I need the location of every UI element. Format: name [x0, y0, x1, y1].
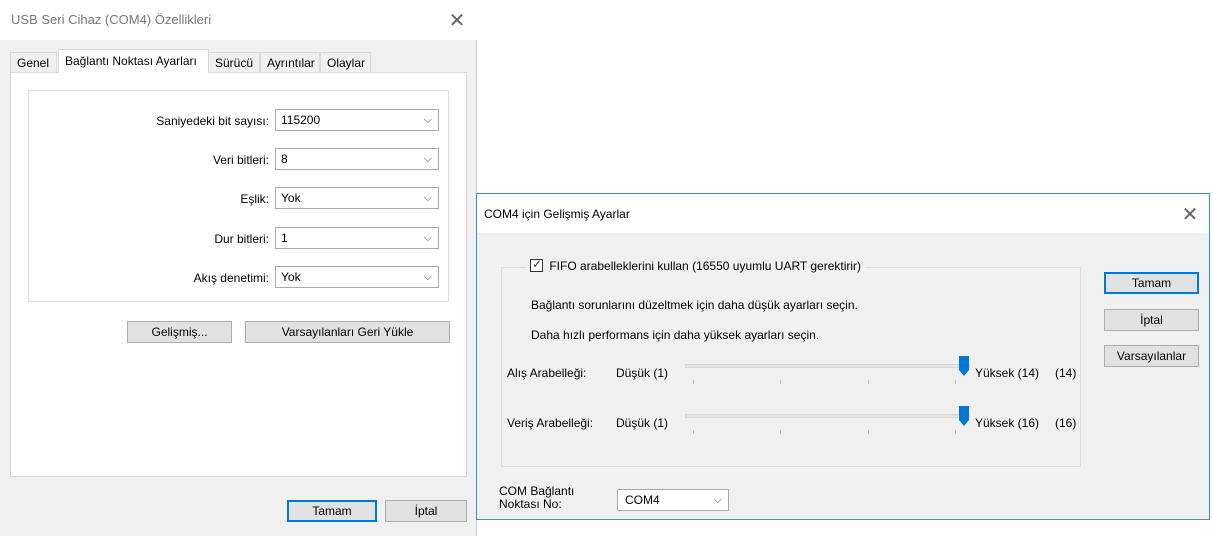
bits-per-second-label: Saniyedeki bit sayısı:	[156, 114, 269, 128]
slider-tick	[955, 430, 956, 434]
tab-events[interactable]: Olaylar	[320, 52, 371, 72]
cancel-button[interactable]: İptal	[385, 500, 467, 522]
tab-details[interactable]: Ayrıntılar	[260, 52, 320, 72]
title-bar[interactable]: COM4 için Gelişmiş Ayarlar ✕	[477, 194, 1209, 233]
fifo-checkbox-label: FIFO arabelleklerini kullan (16550 uyuml…	[549, 259, 862, 273]
transmit-buffer-high-label: Yüksek (16)	[975, 416, 1040, 430]
stop-bits-select[interactable]: 1 ⌵	[275, 227, 439, 249]
slider-tick	[693, 380, 694, 384]
close-icon[interactable]: ✕	[1180, 204, 1200, 224]
data-bits-select[interactable]: 8 ⌵	[275, 148, 439, 170]
stop-bits-label: Dur bitleri:	[214, 232, 269, 246]
slider-tick	[868, 430, 869, 434]
parity-value: Yok	[281, 191, 301, 205]
slider-track	[685, 364, 970, 368]
ok-button[interactable]: Tamam	[287, 500, 377, 522]
chevron-down-icon: ⌵	[423, 270, 432, 283]
receive-buffer-current-value: (14)	[1055, 366, 1077, 380]
port-settings-panel: Saniyedeki bit sayısı: 115200 ⌵ Veri bit…	[10, 72, 467, 477]
fifo-checkbox-row[interactable]: ✓ FIFO arabelleklerini kullan (16550 uyu…	[526, 257, 866, 275]
cancel-button[interactable]: İptal	[1104, 309, 1199, 331]
chevron-down-icon: ⌵	[713, 493, 722, 506]
properties-dialog: USB Seri Cihaz (COM4) Özellikleri ✕ Gene…	[0, 0, 477, 536]
ok-button[interactable]: Tamam	[1104, 272, 1199, 294]
com-port-label: COM Bağlantı Noktası No:	[499, 485, 574, 511]
slider-tick	[780, 430, 781, 434]
checkmark-icon: ✓	[532, 257, 543, 272]
advanced-settings-dialog: COM4 için Gelişmiş Ayarlar ✕ ✓ FIFO arab…	[476, 193, 1210, 520]
chevron-down-icon: ⌵	[423, 152, 432, 165]
receive-buffer-label: Alış Arabelleği:	[507, 366, 587, 380]
transmit-buffer-slider[interactable]	[685, 405, 970, 438]
defaults-button[interactable]: Varsayılanlar	[1104, 345, 1199, 367]
chevron-down-icon: ⌵	[423, 191, 432, 204]
com-port-select[interactable]: COM4 ⌵	[617, 489, 729, 511]
slider-tick	[868, 380, 869, 384]
data-bits-value: 8	[281, 152, 288, 166]
hint-higher-text: Daha hızlı performans için daha yüksek a…	[531, 328, 820, 342]
bits-per-second-select[interactable]: 115200 ⌵	[275, 109, 439, 131]
transmit-buffer-label: Veriş Arabelleği:	[507, 416, 594, 430]
tab-general[interactable]: Genel	[10, 52, 57, 72]
chevron-down-icon: ⌵	[423, 231, 432, 244]
slider-track	[685, 414, 970, 418]
slider-tick	[955, 380, 956, 384]
slider-tick	[780, 380, 781, 384]
bits-per-second-value: 115200	[281, 113, 321, 127]
flow-control-select[interactable]: Yok ⌵	[275, 266, 439, 288]
dialog-title: USB Seri Cihaz (COM4) Özellikleri	[11, 12, 212, 27]
tab-port-settings[interactable]: Bağlantı Noktası Ayarları	[58, 49, 209, 73]
parity-label: Eşlik:	[240, 192, 269, 206]
receive-buffer-high-label: Yüksek (14)	[975, 366, 1040, 380]
fifo-group: ✓ FIFO arabelleklerini kullan (16550 uyu…	[501, 257, 1081, 467]
receive-buffer-low-label: Düşük (1)	[616, 366, 669, 380]
slider-thumb-icon[interactable]	[958, 405, 970, 427]
transmit-buffer-current-value: (16)	[1055, 416, 1077, 430]
title-bar[interactable]: USB Seri Cihaz (COM4) Özellikleri ✕	[0, 0, 477, 40]
com-port-value: COM4	[625, 493, 660, 507]
tab-driver[interactable]: Sürücü	[208, 52, 260, 72]
stop-bits-value: 1	[281, 231, 288, 245]
chevron-down-icon: ⌵	[423, 113, 432, 126]
fifo-checkbox[interactable]: ✓	[530, 257, 543, 273]
close-icon[interactable]: ✕	[447, 10, 467, 30]
parity-select[interactable]: Yok ⌵	[275, 187, 439, 209]
slider-thumb-icon[interactable]	[958, 355, 970, 377]
advanced-button[interactable]: Gelişmiş...	[127, 321, 232, 343]
flow-control-value: Yok	[281, 270, 301, 284]
data-bits-label: Veri bitleri:	[212, 153, 269, 167]
hint-lower-text: Bağlantı sorunlarını düzeltmek için daha…	[531, 298, 858, 312]
com-port-label-line2: Noktası No:	[499, 497, 562, 511]
receive-buffer-slider[interactable]	[685, 355, 970, 388]
slider-tick	[693, 430, 694, 434]
restore-defaults-button[interactable]: Varsayılanları Geri Yükle	[245, 321, 450, 343]
port-settings-group: Saniyedeki bit sayısı: 115200 ⌵ Veri bit…	[28, 90, 449, 302]
transmit-buffer-low-label: Düşük (1)	[616, 416, 669, 430]
flow-control-label: Akış denetimi:	[193, 271, 269, 285]
dialog-title: COM4 için Gelişmiş Ayarlar	[484, 207, 630, 221]
